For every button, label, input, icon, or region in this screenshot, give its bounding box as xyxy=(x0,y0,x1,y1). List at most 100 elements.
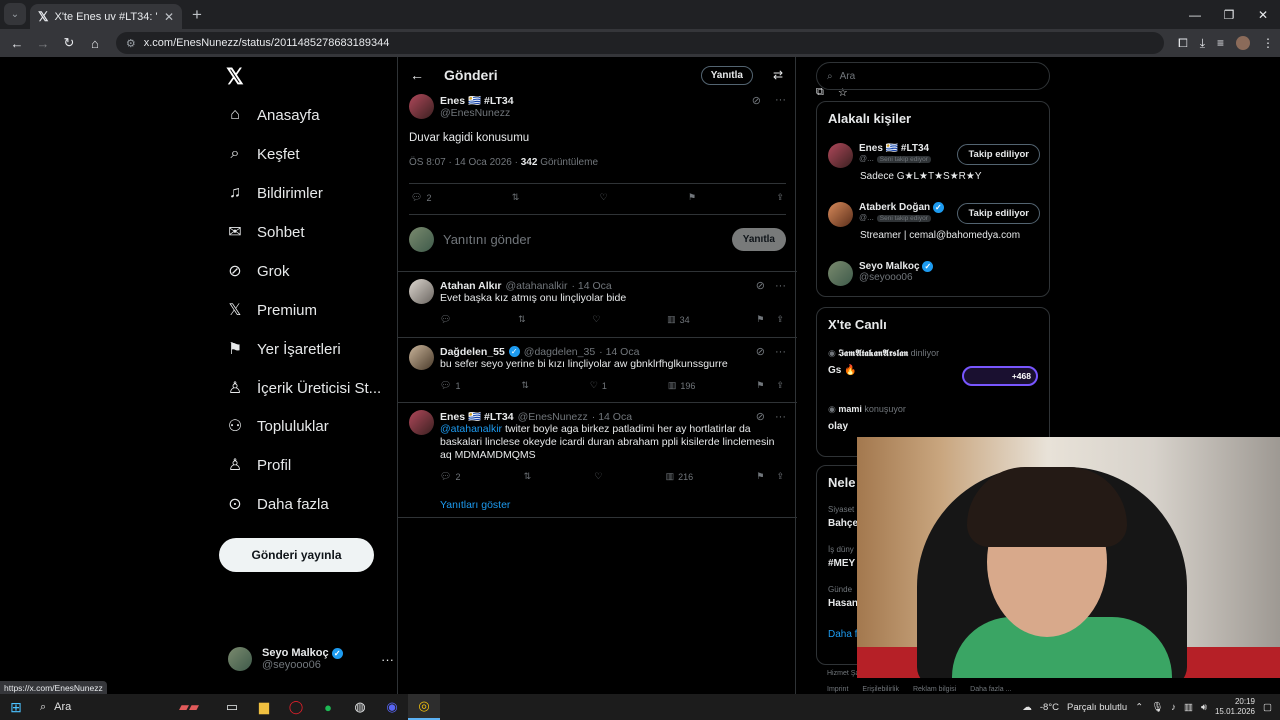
account-switcher[interactable]: Seyo Malkoç ✓ @seyooo06 ··· xyxy=(228,647,394,671)
views-icon[interactable]: ▥ 196 xyxy=(668,380,696,391)
restore-icon[interactable]: ❐ xyxy=(1212,0,1246,29)
spotify-icon[interactable]: ● xyxy=(312,694,344,720)
home-icon[interactable]: ⌂ xyxy=(84,32,106,54)
avatar[interactable] xyxy=(409,94,434,119)
taskbar-search[interactable]: ⌕ Ara xyxy=(32,694,162,720)
reply-input[interactable]: Yanıtını gönder xyxy=(443,232,531,247)
views-icon[interactable]: ▥ 216 xyxy=(666,471,694,482)
new-tab-icon[interactable]: + xyxy=(192,5,202,25)
discord-icon[interactable]: ◉ xyxy=(376,694,408,720)
bookmark-icon[interactable]: ⚑ xyxy=(688,192,696,203)
show-replies-link[interactable]: Yanıtları göster xyxy=(398,499,797,511)
reload-icon[interactable]: ↻ xyxy=(58,32,80,54)
following-button[interactable]: Takip ediliyor xyxy=(957,203,1040,224)
live-listeners-badge[interactable]: +468 xyxy=(962,366,1038,386)
bookmark-icon[interactable]: ⚑ xyxy=(756,471,764,482)
filter-icon[interactable]: ⇄ xyxy=(773,68,783,82)
site-info-icon[interactable]: ⚙ xyxy=(126,37,136,50)
close-tab-icon[interactable]: ✕ xyxy=(164,10,174,24)
following-button[interactable]: Takip ediliyor xyxy=(957,144,1040,165)
menu-icon[interactable]: ⋮ xyxy=(1262,36,1274,50)
sidebar-item-communities[interactable]: ⚇ Topluluklar xyxy=(226,417,329,436)
trend-item[interactable]: #MEY xyxy=(828,558,855,569)
person-item[interactable]: Ataberk Doğan ✓ @... Seni takip ediyor St… xyxy=(828,202,1040,241)
share-icon[interactable]: ⇪ xyxy=(776,314,784,325)
microphone-icon[interactable]: 🎙︎ xyxy=(1151,702,1163,713)
tab-search-icon[interactable]: ⌄ xyxy=(4,3,26,25)
more-icon[interactable]: ··· xyxy=(775,346,786,358)
sidebar-item-notifications[interactable]: ♫ Bildirimler xyxy=(226,184,323,202)
bookmark-icon[interactable]: ⚑ xyxy=(756,380,764,391)
chrome-icon[interactable]: ◎ xyxy=(408,694,440,720)
sidebar-item-chat[interactable]: ✉ Sohbet xyxy=(226,223,304,242)
volume-icon[interactable]: 🔊︎ xyxy=(1201,702,1207,713)
url-field[interactable]: ⚙ x.com/EnesNunezz/status/20114852786831… xyxy=(115,32,1165,99)
person-item[interactable]: Seyo Malkoç ✓ @seyooo06 xyxy=(828,261,1040,286)
file-explorer-icon[interactable]: ▆ xyxy=(248,694,280,720)
repost-icon[interactable]: ⇅ xyxy=(521,380,529,391)
mention-link[interactable]: @atahanalkir xyxy=(440,423,502,435)
network-icon[interactable]: ▥ xyxy=(1184,702,1193,713)
profile-avatar[interactable] xyxy=(1236,36,1251,50)
reply-header-button[interactable]: Yanıtla xyxy=(700,65,753,85)
minimize-icon[interactable]: — xyxy=(1178,0,1212,29)
sidebar-item-creator-studio[interactable]: ♙ İçerik Üreticisi St... xyxy=(226,379,381,398)
reply-icon[interactable]: 💬︎ 2 xyxy=(411,192,431,203)
avatar[interactable] xyxy=(409,345,434,370)
grok-icon[interactable]: ⊘ xyxy=(752,94,761,119)
forward-icon[interactable]: → xyxy=(32,32,54,54)
sidebar-item-bookmarks[interactable]: ⚑ Yer İşaretleri xyxy=(226,340,341,359)
reading-list-icon[interactable]: ≡ xyxy=(1217,36,1224,50)
show-more-link[interactable]: Daha f xyxy=(828,629,857,640)
reply-icon[interactable]: 💬︎ xyxy=(440,314,451,325)
live-item[interactable]: ◉ mami konuşuyor xyxy=(828,404,906,415)
trend-item[interactable]: Hasan xyxy=(828,598,858,609)
notifications-icon[interactable]: ▢ xyxy=(1263,702,1272,713)
reply-tweet[interactable]: Dağdelen_55 ✓ @dagdelen_35 · 14 Oca ⊘ ··… xyxy=(398,345,797,391)
live-item[interactable]: ◉ 𝕴𝖆𝖒𝕬𝖙𝖆𝖐𝖆𝖓𝕬𝖗𝖘𝖑𝖆𝖓 dinliyor xyxy=(828,348,939,359)
like-icon[interactable]: ♡ xyxy=(592,314,600,325)
headset-icon[interactable]: ♪ xyxy=(1171,702,1176,713)
reply-icon[interactable]: 💬︎ 1 xyxy=(440,380,460,391)
share-icon[interactable]: ⇪ xyxy=(776,471,784,482)
share-icon[interactable]: ⇪ xyxy=(776,192,784,203)
avatar[interactable] xyxy=(409,279,434,304)
grok-icon[interactable]: ⊘ xyxy=(756,345,765,358)
more-icon[interactable]: ··· xyxy=(775,280,786,292)
close-window-icon[interactable]: ✕ xyxy=(1246,0,1280,29)
repost-icon[interactable]: ⇅ xyxy=(512,192,520,203)
like-icon[interactable]: ♡ xyxy=(600,192,608,203)
tray-chevron-icon[interactable]: ⌃ xyxy=(1135,702,1143,713)
grok-icon[interactable]: ⊘ xyxy=(756,279,765,292)
views-icon[interactable]: ▥ 34 xyxy=(667,314,690,325)
reply-tweet[interactable]: Atahan Alkır @atahanalkir · 14 Oca ⊘ ···… xyxy=(398,279,797,325)
more-icon[interactable]: ··· xyxy=(381,652,394,667)
search-input[interactable]: ⌕ Ara xyxy=(816,62,1050,90)
browser-tab[interactable]: 𝕏 X'te Enes uv #LT34: "@atadoga... ✕ xyxy=(30,4,182,29)
more-icon[interactable]: ··· xyxy=(775,411,786,423)
grok-icon[interactable]: ⊘ xyxy=(756,410,765,423)
reply-icon[interactable]: 💬︎ 2 xyxy=(440,471,460,482)
sidebar-item-profile[interactable]: ♙ Profil xyxy=(226,456,291,475)
trend-item[interactable]: Bahçe xyxy=(828,518,858,529)
reply-tweet[interactable]: Enes 🇺🇾 #LT34 @EnesNunezz · 14 Oca ⊘ ···… xyxy=(398,410,797,482)
back-icon[interactable]: ← xyxy=(6,32,28,54)
clock[interactable]: 20:19 15.01.2026 xyxy=(1215,697,1255,717)
sidebar-item-home[interactable]: ⌂ Anasayfa xyxy=(226,106,319,124)
windows-start-icon[interactable]: ⊞ xyxy=(0,699,32,716)
repost-icon[interactable]: ⇅ xyxy=(518,314,526,325)
bookmark-icon[interactable]: ⚑ xyxy=(756,314,764,325)
repost-icon[interactable]: ⇅ xyxy=(524,471,532,482)
footer-link[interactable]: Hizmet Şa xyxy=(827,670,859,677)
sidebar-item-grok[interactable]: ⊘ Grok xyxy=(226,262,289,281)
obs-icon[interactable]: ◍ xyxy=(344,694,376,720)
post-button[interactable]: Gönderi yayınla xyxy=(219,538,374,572)
person-item[interactable]: Enes 🇺🇾 #LT34 @... Seni takip ediyor Sade… xyxy=(828,143,1040,182)
reply-submit-button[interactable]: Yanıtla xyxy=(731,228,786,251)
download-icon[interactable]: ⤓ xyxy=(1200,36,1205,51)
like-icon[interactable]: ♡ 1 xyxy=(590,380,607,391)
sidebar-item-explore[interactable]: ⌕ Keşfet xyxy=(226,145,300,163)
avatar[interactable] xyxy=(409,410,434,435)
weather-icon[interactable]: ☁ xyxy=(1022,702,1032,713)
widget-icon[interactable]: ▰▰ xyxy=(162,694,216,720)
